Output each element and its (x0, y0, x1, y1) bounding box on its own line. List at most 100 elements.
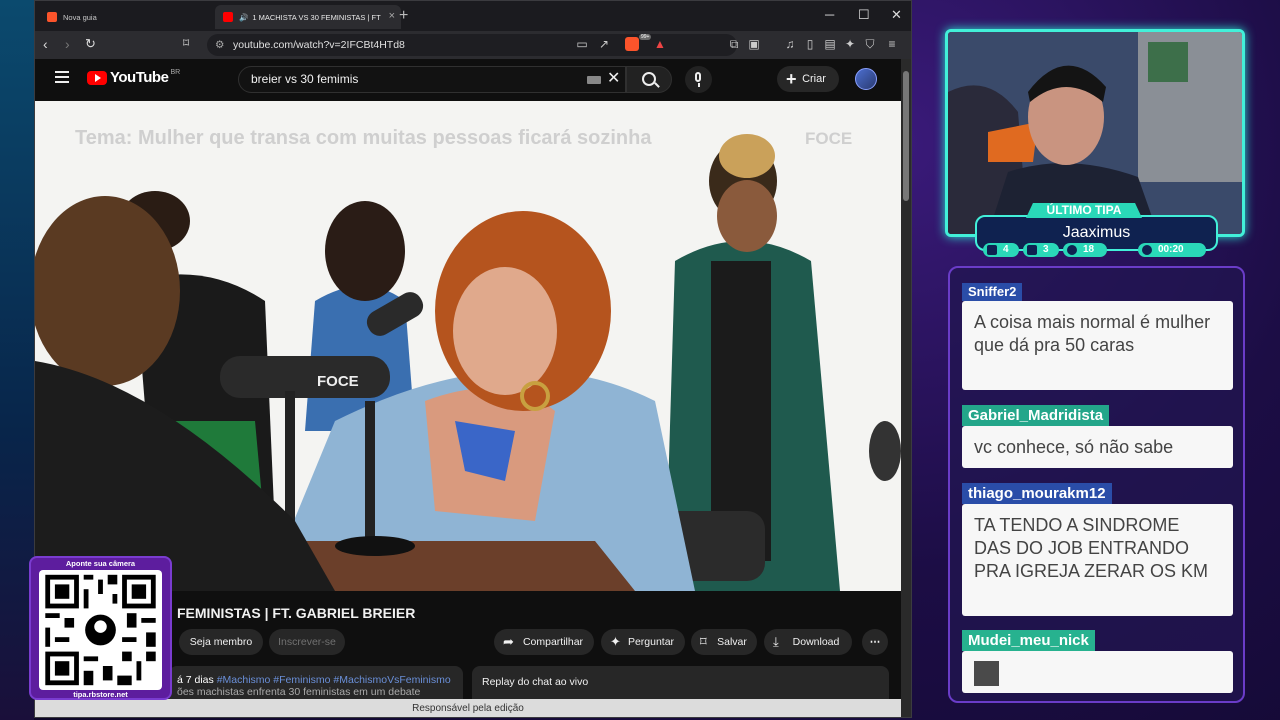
new-tab-button[interactable]: + (399, 7, 408, 25)
brave-shields-icon[interactable] (625, 37, 639, 51)
stat-chat-value: 4 (1003, 244, 1009, 255)
download-button[interactable]: ⤓ Download (764, 629, 852, 655)
wallet-icon[interactable]: ▤ (823, 37, 837, 51)
edit-credit-bar: Responsável pela edição (35, 699, 901, 717)
qr-bottom-label: tipa.rbstore.net (73, 690, 128, 699)
youtube-play-icon (87, 70, 107, 85)
vpn-shield-icon[interactable]: ⛉ (863, 37, 877, 51)
mic-brand-label: FOCE (317, 373, 359, 390)
share-icon[interactable]: ↗ (597, 37, 611, 51)
tab-title: 1 MACHISTA VS 30 FEMINISTAS | FT (252, 12, 381, 22)
qr-top-label: Aponte sua câmera (65, 559, 136, 568)
chat-username: thiago_mourakm12 (962, 483, 1112, 504)
speaker-icon[interactable]: 🔊 (239, 13, 248, 22)
create-button[interactable]: + Criar (777, 66, 839, 92)
video-overlay-theme: Tema: Mulher que transa com muitas pesso… (75, 127, 652, 149)
stat-video: 3 (1023, 243, 1059, 257)
leo-ai-icon[interactable]: ✦ (843, 37, 857, 51)
youtube-header: YouTube BR breier vs 30 femimis ✕ + Cria… (35, 59, 901, 99)
video-brand-logo: FOCE (805, 129, 853, 148)
video-title: FEMINISTAS | FT. GABRIEL BREIER (177, 605, 416, 621)
stat-link: 18 (1063, 243, 1107, 257)
account-avatar[interactable] (855, 68, 877, 90)
chat-username: Mudei_meu_nick (962, 630, 1095, 651)
forward-icon[interactable]: › (65, 36, 70, 52)
qr-code (39, 570, 162, 690)
chat-username: Gabriel_Madridista (962, 405, 1110, 426)
replay-label: Replay do chat ao vivo (482, 676, 589, 688)
back-icon[interactable]: ‹ (43, 36, 48, 52)
ask-button[interactable]: ✦ Perguntar (601, 629, 685, 655)
download-label: Download (792, 636, 840, 648)
maximize-button[interactable]: ☐ (858, 7, 870, 23)
reload-icon[interactable]: ↻ (85, 36, 96, 52)
video-frame (35, 134, 901, 591)
clock-icon (1142, 245, 1152, 255)
stat-link-value: 18 (1083, 244, 1095, 255)
qr-code-card: Aponte sua câmera tipa.rbstore.net (29, 556, 172, 700)
scrollbar-thumb[interactable] (903, 71, 909, 201)
hashtags[interactable]: #Machismo #Feminismo #MachismoVsFeminism… (217, 674, 451, 686)
subscribe-button[interactable]: Inscrever-se (269, 629, 345, 655)
minimize-button[interactable]: ─ (825, 7, 834, 22)
video-icon (1027, 245, 1037, 255)
sparkle-icon: ✦ (610, 634, 621, 649)
last-tip-name: Jaaximus (1062, 224, 1131, 241)
url-text: youtube.com/watch?v=2IFCBt4HTd8 (233, 39, 405, 51)
search-value: breier vs 30 femimis (251, 72, 359, 86)
close-window-button[interactable]: ✕ (891, 7, 902, 23)
stat-chat: 4 (983, 243, 1019, 257)
hamburger-menu-icon[interactable] (55, 71, 69, 86)
screenshot-icon[interactable]: ▣ (747, 37, 761, 51)
region-code: BR (170, 69, 181, 76)
page-scrollbar[interactable] (901, 59, 911, 717)
voice-search-icon[interactable] (685, 66, 712, 93)
sidebar-icon[interactable]: ▯ (803, 37, 817, 51)
chat-username: Sniffer2 (962, 283, 1023, 301)
create-label: Criar (802, 73, 826, 85)
chat-message (962, 651, 1233, 693)
stat-timer: 00:20 (1138, 243, 1206, 257)
cast-icon[interactable]: ▭ (575, 37, 589, 51)
search-button[interactable] (626, 66, 672, 93)
link-icon (1067, 245, 1077, 255)
share-button[interactable]: ➦ Compartilhar (494, 629, 594, 655)
youtube-logo[interactable]: YouTube BR (87, 69, 180, 86)
menu-icon[interactable]: ≡ (885, 37, 899, 51)
ask-label: Perguntar (627, 636, 675, 648)
qr-pattern-icon (45, 574, 156, 686)
music-icon[interactable]: ♫ (783, 37, 797, 51)
close-tab-icon[interactable]: × (389, 10, 395, 22)
bookmark-icon[interactable]: ⌑ (183, 36, 189, 50)
chat-sticker-image (974, 661, 999, 686)
clear-search-icon[interactable]: ✕ (607, 68, 620, 88)
stat-video-value: 3 (1043, 244, 1049, 255)
search-icon (642, 72, 656, 86)
youtube-wordmark: YouTube (110, 69, 169, 86)
share-icon: ➦ (503, 634, 514, 649)
site-settings-icon[interactable]: ⚙ (215, 34, 224, 56)
shields-count-badge: 99+ (639, 34, 652, 40)
search-input[interactable]: breier vs 30 femimis (238, 66, 626, 93)
extensions-icon[interactable]: ⧉ (727, 37, 741, 51)
save-button[interactable]: ⌑ Salvar (691, 629, 757, 655)
brave-rewards-icon[interactable]: ▲ (653, 37, 667, 51)
upload-date: á 7 dias (177, 674, 214, 686)
last-tip-label: ÚLTIMO TIPA (1026, 203, 1142, 218)
brave-icon (47, 12, 57, 22)
tab-bar: Nova guia 🔊 1 MACHISTA VS 30 FEMINISTAS … (35, 1, 911, 31)
tab-new-tab[interactable]: Nova guia (39, 5, 209, 29)
chat-message: TA TENDO A SINDROME DAS DO JOB ENTRANDO … (962, 504, 1233, 616)
bookmark-save-icon: ⌑ (700, 634, 707, 649)
more-actions-button[interactable]: ⋯ (862, 629, 888, 655)
stat-timer-value: 00:20 (1158, 244, 1184, 255)
download-icon: ⤓ (773, 634, 779, 649)
chat-icon (987, 245, 997, 255)
share-label: Compartilhar (522, 636, 584, 648)
keyboard-icon[interactable] (587, 76, 601, 84)
tab-youtube-video[interactable]: 🔊 1 MACHISTA VS 30 FEMINISTAS | FT × (215, 5, 401, 29)
chat-message: A coisa mais normal é mulher que dá pra … (962, 301, 1233, 390)
youtube-favicon-icon (223, 12, 233, 22)
join-button[interactable]: Seja membro (179, 629, 263, 655)
video-player[interactable]: Tema: Mulher que transa com muitas pesso… (35, 101, 901, 591)
